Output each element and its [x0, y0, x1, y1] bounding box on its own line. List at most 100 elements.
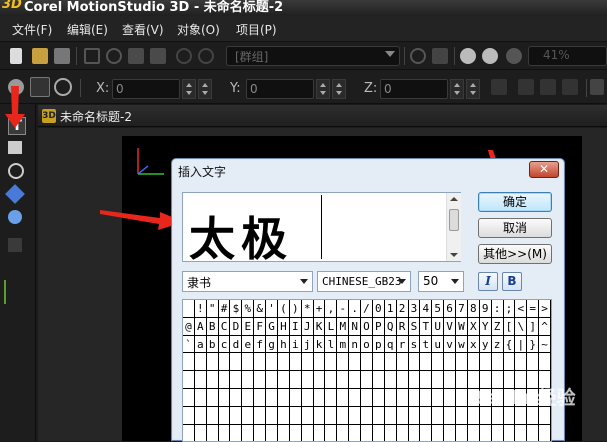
- char-cell[interactable]: [230, 388, 243, 407]
- char-cell[interactable]: [420, 406, 433, 425]
- char-cell[interactable]: G: [266, 317, 278, 336]
- char-cell[interactable]: [218, 371, 231, 389]
- char-cell[interactable]: [373, 424, 385, 441]
- char-cell[interactable]: #: [218, 300, 231, 318]
- char-cell[interactable]: \: [515, 317, 528, 336]
- char-cell[interactable]: [539, 424, 551, 441]
- char-cell[interactable]: 4: [420, 300, 433, 318]
- z-spinner-2[interactable]: [466, 79, 480, 99]
- char-cell[interactable]: <: [515, 300, 528, 318]
- char-cell[interactable]: [194, 371, 207, 389]
- char-cell[interactable]: [206, 388, 219, 407]
- char-cell[interactable]: [254, 406, 267, 425]
- char-cell[interactable]: a: [194, 335, 207, 354]
- char-cell[interactable]: [266, 424, 278, 441]
- char-cell[interactable]: }: [527, 335, 540, 354]
- char-cell[interactable]: [254, 353, 267, 372]
- char-cell[interactable]: H: [277, 317, 290, 336]
- char-cell[interactable]: [: [503, 317, 516, 336]
- char-cell[interactable]: [206, 406, 219, 425]
- char-cell[interactable]: 9: [479, 300, 492, 318]
- char-cell[interactable]: W: [456, 317, 468, 336]
- char-cell[interactable]: [361, 424, 373, 441]
- char-cell[interactable]: -: [337, 300, 350, 318]
- char-cell[interactable]: x: [467, 335, 480, 354]
- char-cell[interactable]: [314, 424, 326, 441]
- globe-icon[interactable]: [410, 48, 426, 64]
- char-cell[interactable]: [432, 353, 445, 372]
- char-cell[interactable]: [325, 388, 338, 407]
- char-cell[interactable]: [266, 388, 278, 407]
- char-cell[interactable]: [409, 424, 421, 441]
- char-cell[interactable]: [313, 353, 326, 372]
- menu-view[interactable]: 查看(V): [122, 21, 164, 38]
- char-cell[interactable]: [313, 388, 326, 407]
- char-cell[interactable]: L: [325, 317, 338, 336]
- char-cell[interactable]: [396, 371, 409, 389]
- char-cell[interactable]: ,: [325, 300, 338, 318]
- char-cell[interactable]: V: [444, 317, 457, 336]
- char-cell[interactable]: m: [337, 335, 350, 354]
- char-cell[interactable]: [491, 353, 504, 372]
- char-cell[interactable]: [361, 371, 373, 389]
- char-cell[interactable]: [468, 424, 480, 441]
- lathe-tool-icon[interactable]: [8, 163, 24, 179]
- char-cell[interactable]: [361, 353, 373, 372]
- char-cell[interactable]: I: [289, 317, 302, 336]
- menu-file[interactable]: 文件(F): [12, 21, 52, 38]
- char-cell[interactable]: [325, 406, 338, 425]
- edit-tool-icon[interactable]: [8, 238, 22, 252]
- char-cell[interactable]: [194, 353, 207, 372]
- font-family-select[interactable]: 隶书: [182, 271, 313, 292]
- char-cell[interactable]: [432, 371, 445, 389]
- char-cell[interactable]: [183, 371, 195, 389]
- char-cell[interactable]: [230, 371, 243, 389]
- zoom-input[interactable]: 41%: [528, 46, 607, 66]
- char-cell[interactable]: [206, 371, 219, 389]
- char-cell[interactable]: [432, 388, 445, 407]
- char-cell[interactable]: [384, 353, 397, 372]
- char-cell[interactable]: [384, 406, 397, 425]
- char-cell[interactable]: [420, 424, 433, 441]
- char-cell[interactable]: [183, 424, 195, 441]
- char-cell[interactable]: [207, 424, 219, 441]
- char-cell[interactable]: [492, 424, 504, 441]
- char-cell[interactable]: T: [420, 317, 433, 336]
- char-cell[interactable]: g: [266, 335, 278, 354]
- char-cell[interactable]: [396, 353, 409, 372]
- char-cell[interactable]: e: [242, 335, 255, 354]
- char-cell[interactable]: :: [491, 300, 504, 318]
- rotate-tool-icon[interactable]: [54, 78, 72, 96]
- char-cell[interactable]: [480, 424, 492, 441]
- char-cell[interactable]: |: [515, 335, 528, 354]
- char-cell[interactable]: [183, 353, 195, 372]
- char-cell[interactable]: [408, 406, 421, 425]
- group-dropdown[interactable]: [群组]: [226, 46, 400, 66]
- char-cell[interactable]: [289, 406, 302, 425]
- zoom-icon[interactable]: [506, 48, 522, 64]
- char-cell[interactable]: h: [277, 335, 290, 354]
- char-cell[interactable]: [266, 353, 278, 372]
- char-cell[interactable]: [313, 371, 326, 389]
- char-cell[interactable]: s: [408, 335, 421, 354]
- char-cell[interactable]: [242, 371, 255, 389]
- char-cell[interactable]: y: [479, 335, 492, 354]
- char-cell[interactable]: [349, 424, 362, 441]
- char-cell[interactable]: [206, 353, 219, 372]
- char-cell[interactable]: (: [277, 300, 290, 318]
- char-cell[interactable]: Z: [491, 317, 504, 336]
- char-cell[interactable]: p: [372, 335, 385, 354]
- z-spinner[interactable]: [450, 79, 464, 99]
- delete-icon[interactable]: [84, 48, 100, 64]
- font-size-select[interactable]: 50: [418, 271, 464, 292]
- char-cell[interactable]: [266, 371, 278, 389]
- particle-tool-icon[interactable]: [8, 210, 22, 224]
- open-folder-icon[interactable]: [32, 48, 48, 64]
- char-cell[interactable]: P: [372, 317, 385, 336]
- char-cell[interactable]: &: [254, 300, 267, 318]
- new-file-icon[interactable]: [10, 48, 22, 64]
- char-cell[interactable]: [444, 424, 457, 441]
- z-position-input[interactable]: 0: [380, 79, 448, 99]
- char-cell[interactable]: [479, 353, 492, 372]
- char-cell[interactable]: ~: [539, 335, 551, 354]
